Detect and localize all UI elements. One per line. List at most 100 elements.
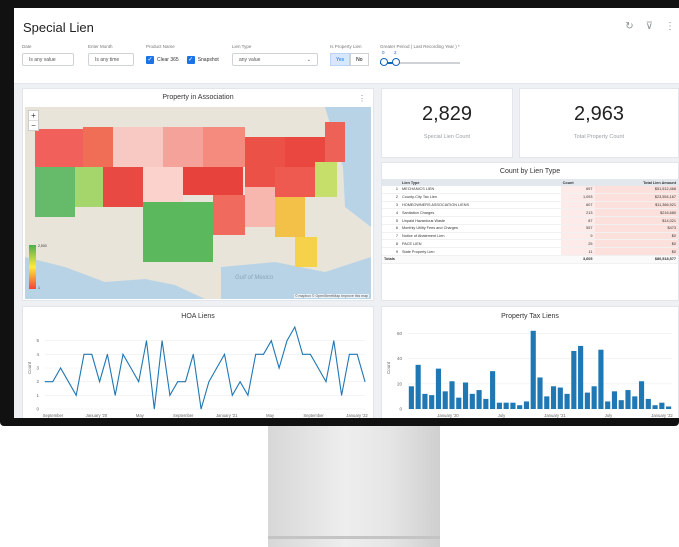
kpi-label: Special Lien Count <box>423 134 471 140</box>
map-svg <box>25 107 371 299</box>
y-axis-label: Count <box>27 361 32 374</box>
snapshot-checkbox[interactable]: ✓ Snapshot <box>186 53 219 66</box>
row-amount: $0 <box>594 239 678 249</box>
table-row[interactable]: 1 MECHANICS LIEN 697 $51,512,468 <box>382 186 678 194</box>
table-row[interactable]: 7 Notice of Abatement Lien 9 $0 <box>382 232 678 241</box>
x-tick-label: January '21 <box>216 413 238 418</box>
x-tick-label: July <box>605 413 613 418</box>
tax-bar <box>469 393 475 409</box>
tax-bar <box>442 391 448 409</box>
row-lien-type: Monthly Utility Fees and Charges <box>400 224 561 233</box>
hoa-data-point <box>255 353 257 355</box>
tax-bar <box>476 390 482 409</box>
clear365-checkbox[interactable]: ✓ Clear 365 <box>146 53 179 66</box>
slider-min-handle[interactable] <box>380 58 388 66</box>
totals-amount: $80,518,577 <box>594 255 678 264</box>
filter-bar: Date Is any value Enter Month Is any tim… <box>22 44 672 76</box>
header-lien-type[interactable]: Lien Type <box>400 179 561 186</box>
table-row[interactable]: 8 PACE LIEN 25 $0 <box>382 239 678 249</box>
choropleth-map[interactable]: + − 2,500 1 Gulf of Mexico © mapbox © Op… <box>25 107 371 299</box>
map-legend-gradient <box>29 245 36 289</box>
period-slider[interactable]: 0 2 <box>380 50 470 69</box>
hoa-data-point <box>185 381 186 383</box>
property-lien-label: Is Property Lien <box>330 44 362 49</box>
yes-option[interactable]: Yes <box>330 53 351 66</box>
zoom-out-button[interactable]: − <box>29 120 38 130</box>
lien-type-table: Lien Type Count Total Lien Amount 1 MECHA… <box>382 179 678 264</box>
property-lien-filter: Is Property Lien Yes No <box>330 44 369 66</box>
table-row[interactable]: 4 Sanitation Charges 213 $216,680 <box>382 208 678 218</box>
tax-bar <box>449 381 455 409</box>
tax-bar <box>490 371 496 409</box>
tax-bar <box>652 405 658 409</box>
kpi-label: Total Property Count <box>573 134 625 140</box>
tax-bar <box>632 396 638 409</box>
chevron-down-icon: ⌄ <box>306 56 311 63</box>
slider-max-handle[interactable] <box>392 58 400 66</box>
y-tick-label: 20 <box>397 381 403 386</box>
y-tick-label: 60 <box>397 331 403 336</box>
row-amount: $473 <box>594 224 678 233</box>
row-index: 7 <box>382 232 400 241</box>
row-count: 11 <box>560 247 595 257</box>
hoa-data-point <box>286 340 288 342</box>
header-total-amount[interactable]: Total Lien Amount <box>594 179 678 186</box>
tax-bar <box>584 392 590 409</box>
kpi-card-property-count: 2,963 Total Property Count <box>519 88 679 158</box>
header-actions: ↻ ⊽ ⋮ <box>625 21 675 32</box>
table-totals-row: Totals 3,605 $80,518,577 <box>382 255 678 264</box>
clear365-label: Clear 365 <box>157 56 179 63</box>
product-name-label: Product Name <box>146 44 175 49</box>
row-count: 697 <box>560 186 595 194</box>
row-count: 1,093 <box>560 193 595 202</box>
hoa-data-point <box>107 353 108 355</box>
greater-period-filter: Greater Period ( Last Recording Year ) *… <box>380 44 510 69</box>
table-row[interactable]: 2 County-City Tax Lien 1,093 $23,554,167 <box>382 193 678 202</box>
table-row[interactable]: 6 Monthly Utility Fees and Charges 557 $473 <box>382 224 678 233</box>
more-vert-icon[interactable]: ⋮ <box>358 94 366 103</box>
tax-bar <box>638 381 645 409</box>
hoa-data-point <box>91 353 93 355</box>
tax-bar <box>659 402 665 409</box>
more-vert-icon[interactable]: ⋮ <box>665 21 675 32</box>
y-axis-label: Count <box>386 361 391 374</box>
tax-bar <box>456 397 462 409</box>
tax-bar <box>422 393 428 409</box>
date-filter: Date Is any value <box>22 44 74 66</box>
slider-min-label: 0 <box>382 50 385 55</box>
monitor-stand <box>268 426 440 547</box>
table-row[interactable]: 5 Unpaid Hazardous Waste 87 $14,021 <box>382 216 678 225</box>
tax-bar <box>496 402 502 409</box>
row-lien-type: PACE LIEN <box>400 239 561 249</box>
row-index: 8 <box>382 239 400 249</box>
lien-type-select[interactable]: any value ⌄ <box>232 53 318 66</box>
enter-month-input[interactable]: Is any time <box>88 53 134 66</box>
filter-icon[interactable]: ⊽ <box>646 21 653 32</box>
row-index: 4 <box>382 208 400 218</box>
x-tick-label: September <box>173 413 194 418</box>
row-amount: $14,021 <box>594 216 678 225</box>
table-row[interactable]: 9 State Property Lien 11 $0 <box>382 247 678 257</box>
row-index: 2 <box>382 193 400 202</box>
row-lien-type: County-City Tax Lien <box>400 193 561 202</box>
map-zoom-controls: + − <box>28 110 39 131</box>
tax-bar <box>571 350 577 409</box>
row-lien-type: Unpaid Hazardous Waste <box>400 216 561 225</box>
zoom-in-button[interactable]: + <box>29 111 38 120</box>
no-option[interactable]: No <box>350 53 369 66</box>
table-row[interactable]: 3 HOMEOWNERS ASSOCIATION LIENS 607 $11,366,… <box>382 201 678 210</box>
hoa-data-point <box>309 353 311 355</box>
date-filter-input[interactable]: Is any value <box>22 53 74 66</box>
row-index: 3 <box>382 201 400 210</box>
hoa-line-chart[interactable]: 0 1 2 3 4 5 Count September January '20 May Septem… <box>23 321 373 418</box>
hoa-data-point <box>114 394 116 396</box>
enter-month-filter: Enter Month Is any time <box>88 44 134 66</box>
tax-bar <box>544 396 550 409</box>
property-tax-bar-chart[interactable]: 0 20 40 60 Count January '20 July January '21 Ju… <box>382 321 678 418</box>
tax-bar <box>408 386 414 409</box>
header-count[interactable]: Count <box>560 179 595 186</box>
map-attribution[interactable]: © mapbox © OpenStreetMap Improve this ma… <box>293 294 369 298</box>
hoa-data-point <box>216 367 218 369</box>
hoa-data-point <box>231 394 233 396</box>
refresh-icon[interactable]: ↻ <box>625 21 633 32</box>
